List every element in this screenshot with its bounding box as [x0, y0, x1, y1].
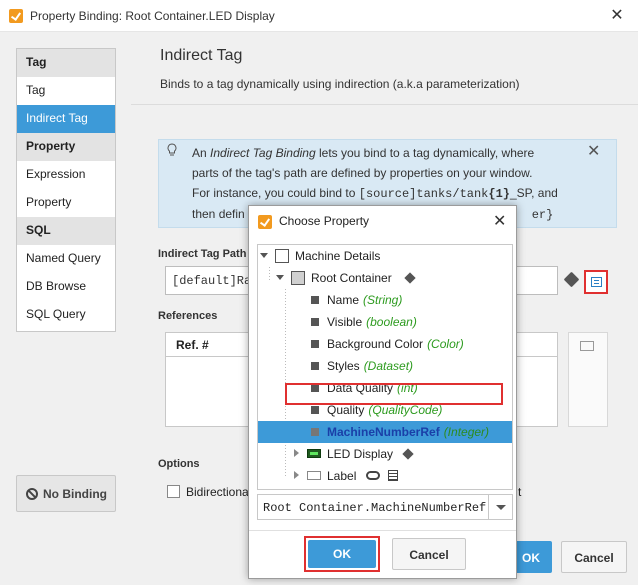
dataset-icon	[388, 470, 398, 481]
sidebar-header-sql: SQL	[17, 217, 115, 245]
sidebar-item-property[interactable]: Property	[17, 189, 115, 217]
insert-property-button[interactable]	[584, 270, 608, 294]
tag-icon[interactable]	[563, 271, 580, 288]
window-close-button[interactable]: ✕	[604, 4, 630, 28]
tree-node-selected-property[interactable]: MachineNumberRef (Integer)	[258, 421, 512, 443]
choose-property-dialog: Choose Property ✕ Machine Details Root C…	[248, 205, 517, 579]
sidebar-item-tag[interactable]: Tag	[17, 77, 115, 105]
property-icon	[311, 340, 319, 348]
collapse-icon[interactable]	[276, 275, 284, 280]
references-label: References	[158, 310, 218, 322]
link-icon	[366, 471, 380, 480]
expand-icon[interactable]	[294, 471, 299, 479]
no-binding-label: No Binding	[43, 487, 107, 501]
property-icon	[311, 318, 319, 326]
sidebar-header-property: Property	[17, 133, 115, 161]
sidebar-item-sql-query[interactable]: SQL Query	[17, 301, 115, 329]
bidirectional-label: Bidirectional	[186, 485, 252, 499]
window-title: Property Binding: Root Container.LED Dis…	[30, 9, 275, 23]
property-icon	[311, 406, 319, 414]
sidebar-item-named-query[interactable]: Named Query	[17, 245, 115, 273]
expand-icon[interactable]	[294, 449, 299, 457]
led-display-icon	[307, 449, 321, 458]
tree-node-led-display[interactable]: LED Display	[258, 443, 512, 465]
chevron-down-icon[interactable]	[488, 495, 512, 519]
property-icon	[311, 428, 319, 436]
selection-highlight	[285, 383, 503, 405]
sidebar-item-expression[interactable]: Expression	[17, 161, 115, 189]
label-component-icon	[307, 471, 321, 480]
app-icon	[9, 9, 23, 23]
dialog-close-button[interactable]: ✕	[493, 211, 506, 231]
tree-node-root-container[interactable]: Root Container	[258, 267, 512, 289]
bidirectional-checkbox[interactable]	[167, 485, 180, 498]
property-icon	[311, 362, 319, 370]
tree-node-property[interactable]: Styles (Dataset)	[258, 355, 512, 377]
property-list-icon[interactable]	[580, 341, 594, 351]
ban-icon	[26, 488, 38, 500]
tag-icon	[402, 448, 414, 460]
indirect-tag-path-label: Indirect Tag Path	[158, 248, 247, 260]
selected-path-field[interactable]: Root Container.MachineNumberRef	[257, 494, 513, 520]
options-label: Options	[158, 458, 200, 470]
binding-type-sidebar: Tag Tag Indirect Tag Property Expression…	[16, 48, 116, 332]
tree-node-property[interactable]: Name (String)	[258, 289, 512, 311]
info-close-button[interactable]: ✕	[587, 141, 600, 161]
tree-node-property[interactable]: Background Color (Color)	[258, 333, 512, 355]
collapse-icon[interactable]	[260, 253, 268, 258]
tree-node-property[interactable]: Visible (boolean)	[258, 311, 512, 333]
page-description: Binds to a tag dynamically using indirec…	[160, 77, 520, 91]
dialog-ok-button[interactable]: OK	[308, 540, 376, 568]
divider	[249, 530, 516, 531]
property-tree[interactable]: Machine Details Root Container Name (Stri…	[257, 244, 513, 490]
property-icon	[311, 296, 319, 304]
option-label-fragment: t	[518, 485, 522, 499]
selected-path-text: Root Container.MachineNumberRef	[263, 501, 487, 515]
property-list-icon	[591, 277, 602, 287]
tree-node-machine-details[interactable]: Machine Details	[258, 245, 512, 267]
tag-icon	[404, 272, 416, 284]
lightbulb-icon	[167, 143, 177, 156]
sidebar-header-tag: Tag	[17, 49, 115, 77]
no-binding-button[interactable]: No Binding	[16, 475, 116, 512]
tree-node-label[interactable]: Label	[258, 465, 512, 487]
dialog-title: Choose Property	[279, 214, 370, 228]
dialog-cancel-button[interactable]: Cancel	[392, 538, 466, 570]
divider	[131, 104, 638, 105]
cancel-button[interactable]: Cancel	[561, 541, 627, 573]
app-icon	[258, 215, 272, 229]
container-icon	[291, 271, 305, 285]
window-icon	[275, 249, 289, 263]
sidebar-item-db-browse[interactable]: DB Browse	[17, 273, 115, 301]
sidebar-item-indirect-tag[interactable]: Indirect Tag	[17, 105, 115, 133]
page-title: Indirect Tag	[160, 47, 243, 64]
